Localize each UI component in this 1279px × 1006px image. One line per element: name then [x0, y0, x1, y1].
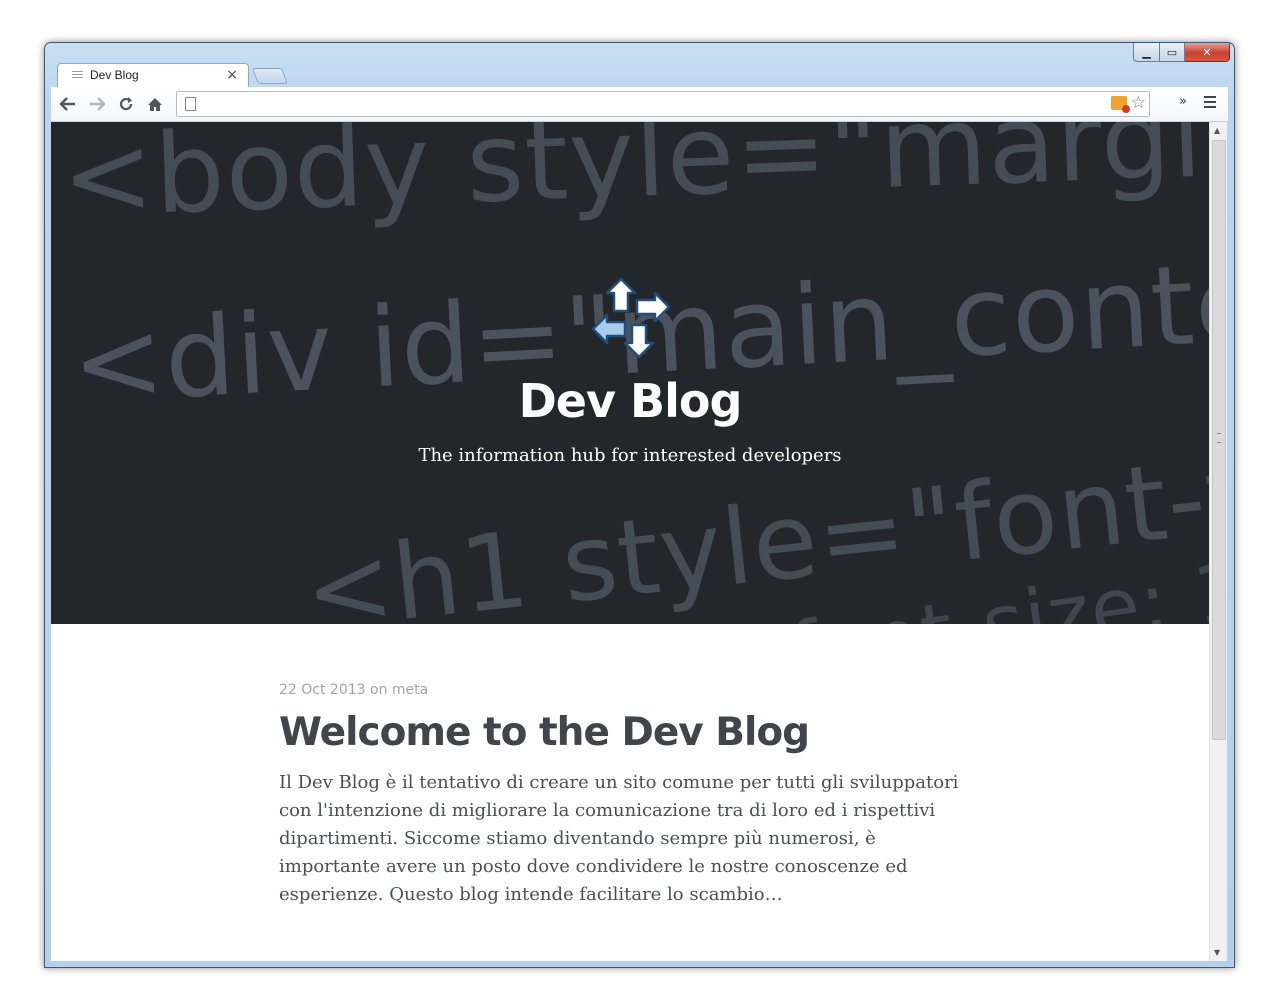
page-icon [185, 97, 196, 111]
window-controls: ▁ ▭ ✕ [1133, 43, 1230, 62]
site-title[interactable]: Dev Blog [51, 374, 1209, 428]
tab-title: Dev Blog [90, 68, 139, 82]
site-tagline: The information hub for interested devel… [418, 445, 842, 466]
bookmark-star-icon[interactable]: ☆ [1131, 93, 1146, 113]
page-viewport: <body style="margin: 0; backgr <div id="… [51, 122, 1227, 961]
blog-logo-icon [591, 277, 671, 359]
maximize-button[interactable]: ▭ [1160, 43, 1185, 62]
tab-close-icon[interactable]: × [226, 67, 238, 83]
menu-icon[interactable] [1204, 96, 1216, 111]
vertical-scrollbar[interactable]: ▲ ▼ [1209, 122, 1227, 961]
address-bar[interactable]: ☆ [176, 91, 1150, 117]
new-tab-button[interactable] [252, 68, 288, 84]
scrollbar-thumb[interactable] [1212, 140, 1226, 740]
forward-icon[interactable] [86, 93, 108, 115]
scroll-up-icon[interactable]: ▲ [1214, 126, 1220, 135]
hero-banner: <body style="margin: 0; backgr <div id="… [51, 122, 1209, 624]
background-code-line: <body style="margin: 0; backgr [59, 122, 1209, 242]
browser-window: ▁ ▭ ✕ Dev Blog × ☆ » <body style="margin… [44, 42, 1235, 968]
post-excerpt: Il Dev Blog è il tentativo di creare un … [279, 772, 959, 905]
browser-toolbar: ☆ » [51, 87, 1228, 122]
home-icon[interactable] [144, 93, 166, 115]
tab-favicon-icon [72, 71, 83, 81]
tab-dev-blog[interactable]: Dev Blog × [57, 63, 249, 89]
post-preview: 22 Oct 2013 on meta Welcome to the Dev B… [279, 682, 969, 909]
reload-icon[interactable] [115, 93, 137, 115]
chevron-right-icon[interactable]: » [1179, 94, 1187, 109]
scroll-down-icon[interactable]: ▼ [1214, 948, 1220, 957]
post-meta: 22 Oct 2013 on meta [279, 682, 429, 698]
back-icon[interactable] [57, 93, 79, 115]
minimize-button[interactable]: ▁ [1133, 43, 1160, 62]
extension-icon[interactable] [1111, 96, 1130, 113]
post-title-link[interactable]: Welcome to the Dev Blog [279, 710, 969, 755]
close-window-button[interactable]: ✕ [1185, 43, 1230, 62]
